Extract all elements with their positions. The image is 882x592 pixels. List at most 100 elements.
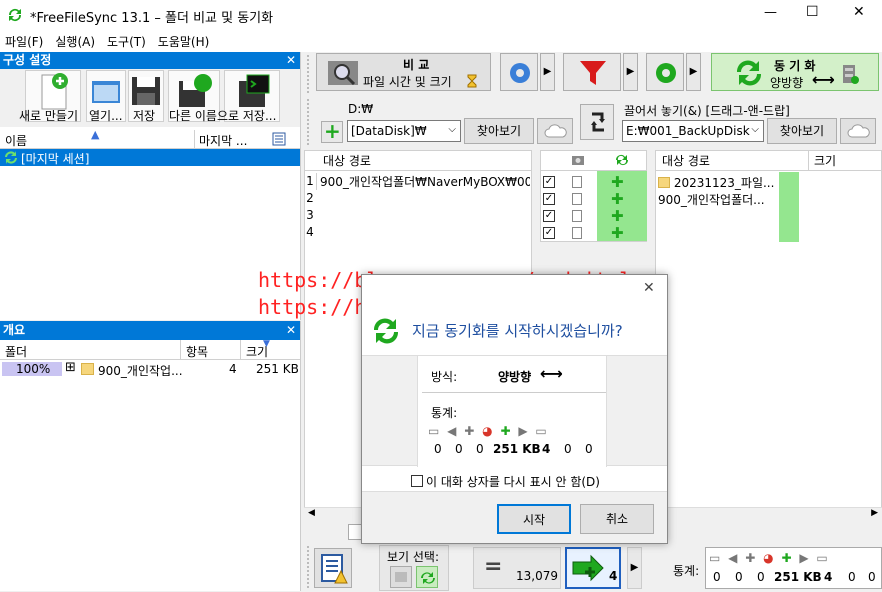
compare-button[interactable]: 비 교 파일 시간 및 크기: [316, 53, 491, 91]
delete-left-icon: ▭: [428, 424, 442, 438]
app-logo-icon: [8, 8, 22, 22]
start-button[interactable]: 시작: [497, 504, 571, 534]
sync-dropdown-arrow[interactable]: ▶: [686, 53, 701, 91]
overview-row[interactable]: 100% ⊞ 900_개인작업... 4 251 KB: [0, 360, 300, 378]
filter-dropdown-arrow[interactable]: ▶: [623, 53, 638, 91]
left-col-path[interactable]: 대상 경로: [305, 151, 531, 171]
database-icon: [843, 65, 859, 84]
cancel-button[interactable]: 취소: [580, 504, 654, 534]
floppy-disk-icon: [132, 77, 160, 105]
gear-green-icon: [656, 63, 676, 83]
view-sync-toggle[interactable]: [416, 566, 438, 588]
column-config-icon[interactable]: [272, 132, 286, 146]
col-folder[interactable]: 폴더: [5, 343, 27, 360]
sync-title: 동 기 화: [774, 59, 816, 73]
expander-icon[interactable]: ⊞: [65, 360, 76, 375]
left-cloud-button[interactable]: [537, 118, 573, 144]
synchronize-button[interactable]: 동 기 화 양방향 ⟷: [711, 53, 879, 91]
menu-help[interactable]: 도움말(H): [153, 30, 217, 50]
overview-percent: 100%: [16, 362, 51, 376]
row-checkbox[interactable]: ✓: [543, 176, 555, 188]
scroll-left-icon[interactable]: ◀: [308, 508, 315, 518]
create-right-icon[interactable]: ✚: [611, 207, 624, 225]
equal-count-button[interactable]: = 13,079: [473, 547, 561, 589]
create-right-icon: ✚: [500, 424, 513, 438]
row-number: 3: [306, 208, 314, 222]
batch-job-icon: [239, 74, 270, 107]
row-checkbox[interactable]: ✓: [543, 227, 555, 239]
session-name: [마지막 세션]: [21, 152, 90, 166]
menu-run[interactable]: 실행(A): [50, 30, 102, 50]
col-items[interactable]: 항목: [180, 340, 208, 359]
create-count-button[interactable]: 4: [565, 547, 621, 589]
right-new-highlight: [779, 172, 799, 242]
dialog-stats-icons: ▭ ◀ ✚ ◕ ✚ ▶ ▭: [428, 424, 549, 438]
view-equal-toggle[interactable]: [390, 566, 412, 588]
dont-show-checkbox[interactable]: [411, 475, 423, 487]
log-button[interactable]: [314, 548, 352, 588]
col-name[interactable]: 이름: [5, 132, 27, 149]
overview-panel-title: 개요: [3, 323, 26, 337]
new-config-label: 새로 만들기: [19, 109, 79, 123]
left-folder-input[interactable]: [DataDisk]₩ ⌵: [347, 120, 461, 142]
method-label: 방식:: [431, 370, 458, 384]
grid-footer-box: [348, 524, 362, 540]
minimize-button[interactable]: —: [764, 5, 777, 20]
save-as-config-label: 다른 이름으로 저장...: [169, 109, 277, 123]
scroll-right-icon[interactable]: ▶: [871, 508, 878, 518]
middle-row[interactable]: ✓ ✚: [543, 207, 647, 225]
compare-settings-button[interactable]: [500, 53, 538, 91]
config-list-item-selected[interactable]: [마지막 세션]: [0, 149, 300, 166]
overview-panel: 개요 ✕ 폴더 항목 크기 ▼ 100% ⊞ 900_개인작업... 4 251 …: [0, 321, 301, 591]
row-checkbox[interactable]: ✓: [543, 193, 555, 205]
compare-dropdown-arrow[interactable]: ▶: [540, 53, 555, 91]
close-button[interactable]: ✕: [853, 4, 865, 20]
table-row[interactable]: 900_개인작업폴더₩NaverMyBOX₩001_: [316, 173, 530, 190]
middle-row[interactable]: ✓ ✚: [543, 173, 647, 191]
sync-settings-button[interactable]: [646, 53, 684, 91]
right-col-path[interactable]: 대상 경로: [662, 151, 710, 171]
middle-row[interactable]: ✓ ✚: [543, 224, 647, 242]
compare-title: 비 교: [403, 58, 430, 72]
create-right-icon[interactable]: ✚: [611, 173, 624, 191]
table-row[interactable]: 900_개인작업폴더...: [658, 191, 778, 208]
config-panel-header: 구성 설정 ✕: [0, 52, 300, 69]
maximize-button[interactable]: ☐: [806, 4, 819, 20]
menu-tools[interactable]: 도구(T): [102, 30, 153, 50]
status-dropdown-arrow[interactable]: ▶: [627, 547, 642, 589]
swap-sides-button[interactable]: [580, 104, 614, 140]
dialog-close-button[interactable]: ✕: [643, 280, 655, 296]
sync-small-icon: [616, 155, 628, 165]
dialog-title: 지금 동기화를 시작하시겠습니까?: [412, 322, 623, 340]
chevron-down-icon[interactable]: ⌵: [751, 124, 759, 135]
overview-items: 4: [229, 362, 237, 376]
table-row[interactable]: 20231123_파일...: [658, 174, 778, 191]
swap-icon: [591, 112, 605, 132]
overview-panel-close-icon[interactable]: ✕: [286, 321, 296, 340]
stat-delete-right: 0: [868, 570, 876, 584]
status-stats-label: 통계:: [673, 564, 700, 578]
create-right-icon[interactable]: ✚: [611, 224, 624, 242]
delete-right-icon: ▭: [535, 424, 549, 438]
menu-file[interactable]: 파일(F): [0, 30, 50, 50]
toolbar-grip: [307, 55, 312, 93]
right-browse-button[interactable]: 찾아보기: [767, 118, 837, 144]
create-right-icon[interactable]: ✚: [611, 190, 624, 208]
dont-show-label[interactable]: 이 대화 상자를 다시 표시 안 함(D): [426, 473, 600, 490]
right-hscrollbar[interactable]: ▶: [655, 507, 882, 521]
middle-row[interactable]: ✓ ✚: [543, 190, 647, 208]
dialog-stat-overwrite-left: 0: [455, 442, 463, 456]
row-numbers: 1 2 3 4: [304, 173, 316, 243]
overview-size: 251 KB: [256, 362, 299, 376]
right-col-size[interactable]: 크기: [808, 151, 836, 170]
add-folder-pair-button[interactable]: +: [321, 119, 343, 143]
filter-button[interactable]: [563, 53, 621, 91]
row-checkbox[interactable]: ✓: [543, 210, 555, 222]
config-panel-close-icon[interactable]: ✕: [286, 52, 296, 69]
right-cloud-button[interactable]: [840, 118, 876, 144]
chevron-down-icon[interactable]: ⌵: [448, 124, 456, 135]
create-right-icon: ✚: [781, 551, 794, 565]
col-last-sync[interactable]: 마지막 ...: [194, 130, 258, 148]
right-folder-input[interactable]: E:₩001_BackUpDisk ⌵: [622, 120, 764, 142]
left-browse-button[interactable]: 찾아보기: [464, 118, 534, 144]
